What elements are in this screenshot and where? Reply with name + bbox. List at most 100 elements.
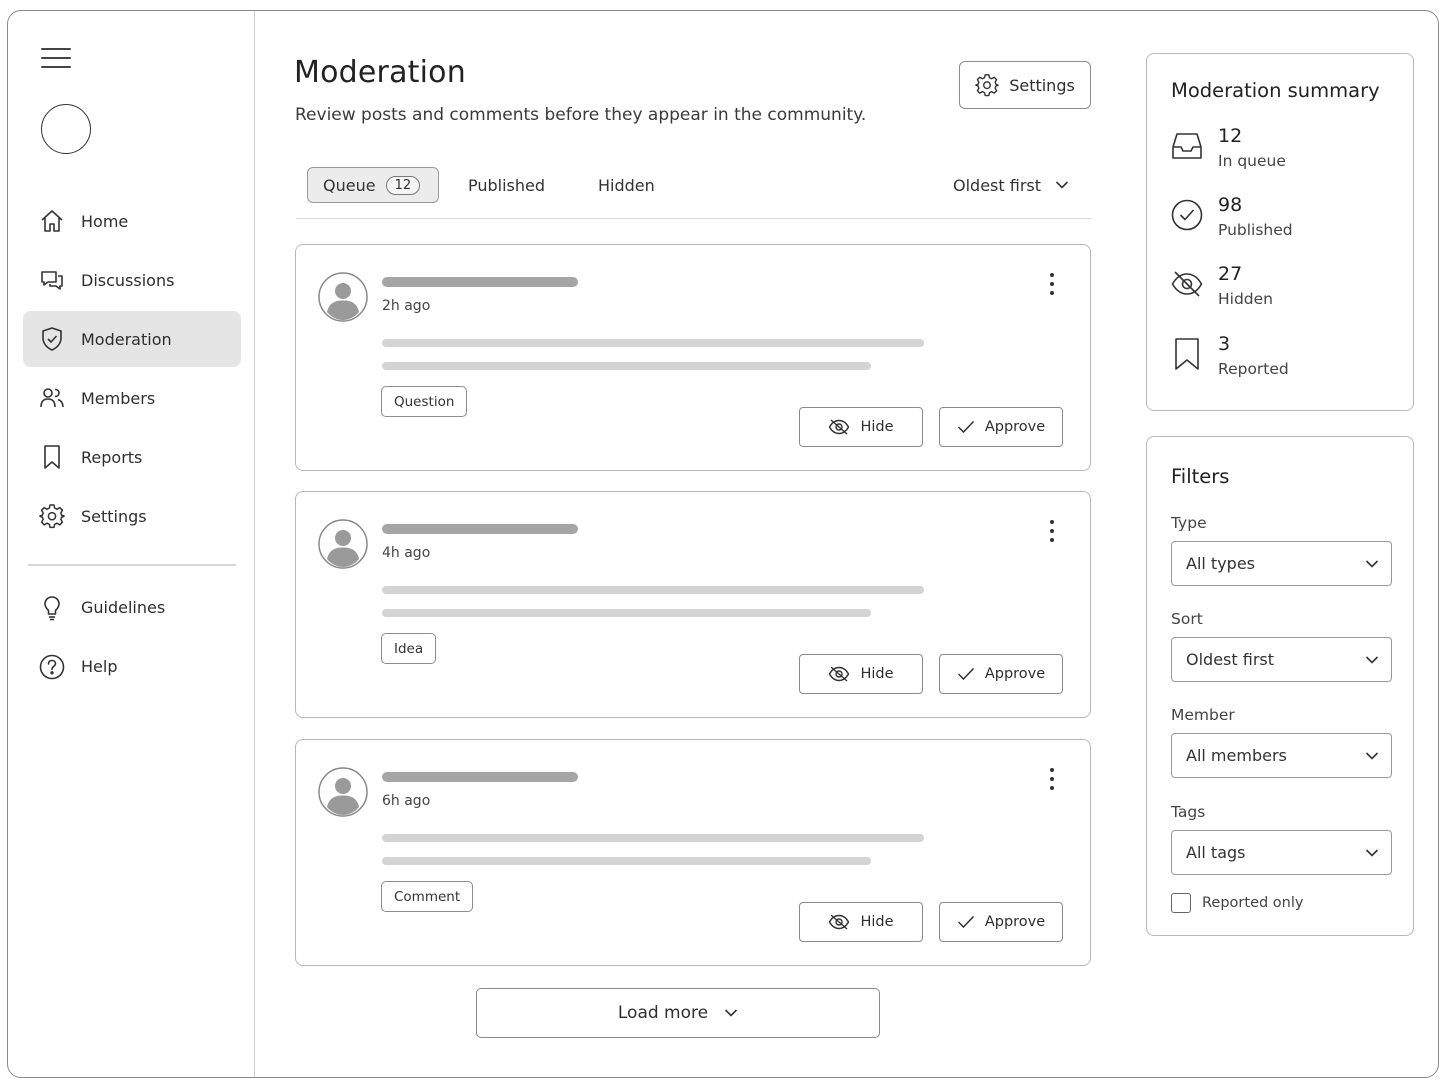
member-filter-select[interactable]: All members [1171,733,1392,778]
post-body-placeholder [382,857,871,865]
check-icon [957,915,974,929]
sidebar-item-label: Moderation [81,329,172,349]
main-content: Moderation Review posts and comments bef… [255,11,1145,1077]
hide-button-label: Hide [860,914,894,930]
member-filter-label: Member [1171,706,1235,724]
reported-only-label: Reported only [1202,895,1304,911]
avatar [318,519,368,569]
stat-value: 27 [1218,263,1243,285]
shield-check-icon [39,326,65,352]
stat-label: Reported [1218,360,1289,378]
check-icon [957,667,974,681]
approve-button[interactable]: Approve [939,902,1063,942]
approve-button-label: Approve [984,666,1046,682]
sort-filter-value: Oldest first [1186,650,1274,669]
tab-queue[interactable]: Queue 12 [307,167,440,203]
sidebar: Home Discussions Moderation Members Repo… [8,11,255,1077]
stat-value: 98 [1218,194,1243,216]
sidebar-item-label: Reports [81,447,143,467]
chevron-down-icon [1365,559,1379,568]
sidebar-item-label: Help [81,657,118,676]
more-options-icon[interactable] [1042,518,1062,544]
bookmark-icon [39,444,65,470]
member-filter-value: All members [1186,746,1287,765]
filters-panel: Filters Type All types Sort Oldest first… [1146,436,1414,936]
sidebar-item-moderation[interactable]: Moderation [23,311,241,367]
sidebar-item-members[interactable]: Members [23,370,241,426]
sidebar-item-discussions[interactable]: Discussions [23,252,241,308]
settings-button-label: Settings [1009,75,1075,95]
post-timestamp: 6h ago [382,793,431,809]
stat-label: In queue [1218,152,1286,170]
post-timestamp: 4h ago [382,545,431,561]
post-type-tag: Idea [381,633,437,664]
sidebar-item-settings[interactable]: Settings [23,488,241,544]
sidebar-item-label: Settings [81,506,147,526]
approve-button-label: Approve [984,419,1046,435]
reported-only-checkbox[interactable] [1171,893,1191,913]
chevron-down-icon [1365,751,1379,760]
load-more-button[interactable]: Load more [476,988,880,1038]
sidebar-item-label: Discussions [81,270,175,290]
post-type-tag: Question [381,386,468,417]
author-name-placeholder [382,772,578,782]
hide-button[interactable]: Hide [799,902,923,942]
lightbulb-icon [39,595,65,621]
tab-bar: Queue 12 Published Hidden Oldest first [296,167,1091,219]
chat-bubbles-icon [39,267,65,293]
post-body-placeholder [382,586,924,594]
sort-filter-select[interactable]: Oldest first [1171,637,1392,682]
stat-published: 98 Published [1171,194,1401,258]
stat-hidden: 27 Hidden [1171,263,1401,327]
tab-published[interactable]: Published [468,167,545,203]
queue-card: 6h ago Comment Hide Approve [295,739,1091,966]
sidebar-item-label: Guidelines [81,598,166,617]
hide-button[interactable]: Hide [799,407,923,447]
sort-dropdown[interactable]: Oldest first [953,167,1069,203]
approve-button[interactable]: Approve [939,407,1063,447]
queue-card: 2h ago Question Hide Approve [295,244,1091,471]
moderation-summary-panel: Moderation summary 12 In queue 98 Publis… [1146,53,1414,411]
avatar [318,767,368,817]
menu-icon[interactable] [41,48,71,70]
stat-label: Published [1218,221,1293,239]
sidebar-item-home[interactable]: Home [23,193,241,249]
type-filter-select[interactable]: All types [1171,541,1392,586]
chevron-down-icon [1365,655,1379,664]
post-body-placeholder [382,609,871,617]
hide-button-label: Hide [860,666,894,682]
approve-button[interactable]: Approve [939,654,1063,694]
hide-button[interactable]: Hide [799,654,923,694]
stat-value: 3 [1218,333,1231,355]
sidebar-item-guidelines[interactable]: Guidelines [23,580,241,636]
filters-title: Filters [1171,465,1230,488]
avatar [318,272,368,322]
tab-hidden[interactable]: Hidden [598,167,655,203]
sidebar-nav: Home Discussions Moderation Members Repo… [23,193,241,698]
gear-icon [975,74,999,97]
question-circle-icon [39,654,65,680]
logo-placeholder [41,104,91,154]
settings-button[interactable]: Settings [959,61,1091,109]
stat-value: 12 [1218,125,1243,147]
chevron-down-icon [725,1009,738,1017]
author-name-placeholder [382,524,578,534]
sidebar-item-help[interactable]: Help [23,639,241,695]
post-body-placeholder [382,362,871,370]
sidebar-item-reports[interactable]: Reports [23,429,241,485]
post-type-tag: Comment [381,881,474,912]
more-options-icon[interactable] [1042,271,1062,297]
check-icon [957,420,974,434]
gear-icon [39,503,65,529]
more-options-icon[interactable] [1042,766,1062,792]
chevron-down-icon [1055,181,1069,189]
home-icon [39,208,65,234]
reported-only-toggle[interactable]: Reported only [1171,893,1303,913]
sidebar-item-label: Home [81,211,129,231]
sort-dropdown-label: Oldest first [953,175,1041,195]
sort-filter-label: Sort [1171,610,1203,628]
summary-title: Moderation summary [1171,79,1380,102]
tags-filter-select[interactable]: All tags [1171,830,1392,875]
load-more-label: Load more [617,1003,709,1023]
queue-count-badge: 12 [385,175,421,195]
